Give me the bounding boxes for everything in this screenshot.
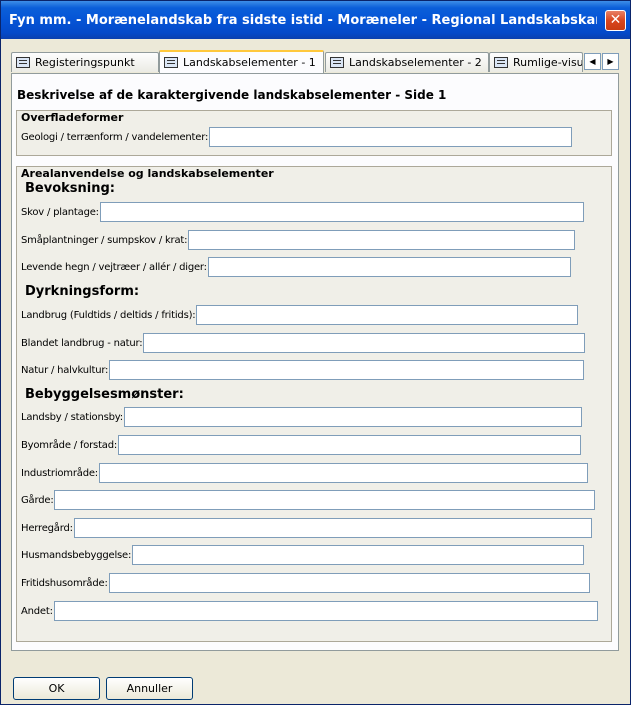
tab-label: Registeringspunkt — [35, 56, 135, 69]
subheading-dyrkningsform: Dyrkningsform: — [25, 284, 140, 299]
geologi-input[interactable] — [209, 127, 573, 147]
levende-hegn-input[interactable] — [207, 257, 571, 277]
cancel-button[interactable]: Annuller — [106, 677, 193, 700]
field-label: Blandet landbrug - natur: — [21, 337, 143, 349]
form-icon — [164, 57, 178, 68]
field-industriomraade: Industriområde: — [21, 463, 588, 483]
field-husmandsbebyggelse: Husmandsbebyggelse: — [21, 545, 585, 565]
field-label: Byområde / forstad: — [21, 439, 118, 451]
blandet-landbrug-input[interactable] — [143, 333, 586, 353]
tab-registeringspunkt[interactable]: Registeringspunkt — [11, 52, 159, 72]
field-landbrug: Landbrug (Fuldtids / deltids / fritids): — [21, 305, 579, 325]
fritidshusomraade-input[interactable] — [108, 573, 590, 593]
field-label: Landbrug (Fuldtids / deltids / fritids): — [21, 309, 196, 321]
field-geologi: Geologi / terrænform / vandelementer: — [21, 127, 573, 147]
landbrug-input[interactable] — [196, 305, 579, 325]
field-gaarde: Gårde: — [21, 490, 596, 510]
field-label: Husmandsbebyggelse: — [21, 549, 132, 561]
tab-label: Rumlige-visue — [513, 56, 583, 69]
subheading-bevoksning: Bevoksning: — [25, 181, 115, 196]
field-label: Levende hegn / vejtræer / allér / diger: — [21, 261, 207, 273]
tab-strip: Registeringspunkt Landskabselementer - 1… — [11, 50, 619, 74]
subheading-bebyggelsesmoenster: Bebyggelsesmønster: — [25, 387, 184, 402]
form-icon — [330, 57, 344, 68]
field-andet: Andet: — [21, 601, 598, 621]
field-herregaard: Herregård: — [21, 518, 592, 538]
industriomraade-input[interactable] — [98, 463, 588, 483]
page-heading: Beskrivelse af de karaktergivende landsk… — [17, 88, 447, 102]
natur-halvkultur-input[interactable] — [109, 360, 585, 380]
field-fritidshusomraade: Fritidshusområde: — [21, 573, 590, 593]
husmandsbebyggelse-input[interactable] — [132, 545, 585, 565]
field-label: Geologi / terrænform / vandelementer: — [21, 131, 209, 143]
smaaplantninger-input[interactable] — [188, 230, 576, 250]
field-label: Gårde: — [21, 494, 54, 506]
group-title: Arealanvendelse og landskabselementer — [21, 167, 274, 180]
field-skov: Skov / plantage: — [21, 202, 584, 222]
dialog-window: Fyn mm. - Morænelandskab fra sidste isti… — [0, 0, 631, 705]
arrow-right-icon[interactable]: ▶ — [602, 53, 619, 70]
skov-input[interactable] — [99, 202, 584, 222]
andet-input[interactable] — [53, 601, 598, 621]
byomraade-input[interactable] — [118, 435, 582, 455]
tab-rumlige-visuelle[interactable]: Rumlige-visue — [489, 52, 583, 72]
field-label: Industriområde: — [21, 467, 98, 479]
gaarde-input[interactable] — [54, 490, 596, 510]
field-levende-hegn: Levende hegn / vejtræer / allér / diger: — [21, 257, 571, 277]
field-label: Herregård: — [21, 522, 73, 534]
group-overfladeformer: Overfladeformer Geologi / terrænform / v… — [16, 110, 612, 156]
group-arealanvendelse: Arealanvendelse og landskabselementer Be… — [16, 166, 612, 642]
field-smaaplantninger: Småplantninger / sumpskov / krat: — [21, 230, 576, 250]
tab-page: Beskrivelse af de karaktergivende landsk… — [11, 73, 619, 651]
title-bar[interactable]: Fyn mm. - Morænelandskab fra sidste isti… — [1, 1, 630, 39]
field-label: Småplantninger / sumpskov / krat: — [21, 234, 188, 246]
form-icon — [494, 57, 508, 68]
herregaard-input[interactable] — [73, 518, 592, 538]
tab-scroll-buttons: ◀ ▶ — [583, 53, 619, 70]
field-blandet-landbrug: Blandet landbrug - natur: — [21, 333, 586, 353]
field-byomraade: Byområde / forstad: — [21, 435, 582, 455]
tab-landskabselementer-1[interactable]: Landskabselementer - 1 — [159, 50, 324, 73]
window-title: Fyn mm. - Morænelandskab fra sidste isti… — [9, 12, 597, 28]
field-label: Fritidshusområde: — [21, 577, 108, 589]
field-label: Natur / halvkultur: — [21, 364, 109, 376]
field-label: Skov / plantage: — [21, 206, 99, 218]
field-natur-halvkultur: Natur / halvkultur: — [21, 360, 585, 380]
close-button[interactable]: ✕ — [605, 10, 626, 31]
arrow-left-icon[interactable]: ◀ — [584, 53, 601, 70]
group-title: Overfladeformer — [21, 111, 124, 124]
tab-landskabselementer-2[interactable]: Landskabselementer - 2 — [325, 52, 489, 72]
close-icon: ✕ — [609, 12, 622, 28]
tab-label: Landskabselementer - 2 — [349, 56, 482, 69]
landsby-input[interactable] — [123, 407, 582, 427]
field-label: Andet: — [21, 605, 53, 617]
field-label: Landsby / stationsby: — [21, 411, 123, 423]
tab-label: Landskabselementer - 1 — [183, 56, 316, 69]
form-icon — [16, 57, 30, 68]
field-landsby: Landsby / stationsby: — [21, 407, 582, 427]
ok-button[interactable]: OK — [13, 677, 100, 700]
